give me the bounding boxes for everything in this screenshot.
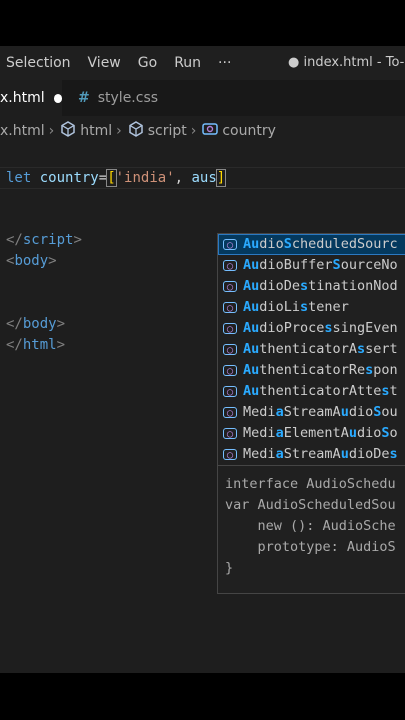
suggestion-item[interactable]: ◯ AudioProcessingEven: [218, 318, 405, 339]
code-line-close-script[interactable]: </script>: [6, 230, 82, 251]
suggestion-label: AuthenticatorAssert: [243, 341, 398, 357]
tab-style-css[interactable]: # style.css: [62, 80, 194, 116]
interface-icon: ◯: [223, 281, 237, 293]
interface-icon: ◯: [223, 260, 237, 272]
interface-icon: ◯: [223, 239, 237, 251]
suggestion-item[interactable]: ◯ MediaStreamAudioDes: [218, 444, 405, 465]
suggestion-detail-panel: interface AudioSchedu var AudioScheduled…: [217, 466, 405, 594]
interface-icon: ◯: [223, 428, 237, 440]
suggestion-label: AuthenticatorRespon: [243, 362, 398, 378]
suggestion-item[interactable]: ◯ MediaElementAudioSo: [218, 423, 405, 444]
tab-label: style.css: [97, 90, 159, 106]
menu-view[interactable]: View: [88, 55, 121, 71]
interface-icon: ◯: [223, 344, 237, 356]
suggestion-label: AudioBufferSourceNo: [243, 257, 398, 273]
suggestion-item[interactable]: ◯ AudioBufferSourceNo: [218, 255, 405, 276]
css-file-icon: #: [78, 90, 90, 106]
code-line-body[interactable]: <body>: [6, 251, 57, 272]
variable-icon: [202, 122, 219, 140]
suggestion-label: MediaStreamAudioSou: [243, 404, 398, 420]
suggestion-label: MediaStreamAudioDes: [243, 446, 398, 462]
breadcrumb-country[interactable]: country: [222, 123, 276, 139]
code-line-close-body[interactable]: </body>: [6, 314, 65, 335]
menu-run[interactable]: Run: [174, 55, 201, 71]
suggestion-label: AudioScheduledSourc: [243, 236, 398, 252]
detail-line: interface AudioSchedu: [225, 476, 396, 492]
suggestion-item[interactable]: ◯ MediaStreamAudioSou: [218, 402, 405, 423]
autocomplete-popup[interactable]: ◯ AudioScheduledSourc ◯ AudioBufferSourceNo…: [217, 233, 405, 466]
chevron-right-icon: ›: [48, 123, 55, 139]
interface-icon: ◯: [223, 365, 237, 377]
menu-selection[interactable]: Selection: [6, 55, 71, 71]
suggestion-item[interactable]: ◯ AudioDestinationNod: [218, 276, 405, 297]
breadcrumb-script[interactable]: script: [148, 123, 187, 139]
detail-line: new (): AudioSche: [225, 518, 396, 534]
tab-index-html[interactable]: x.html: [0, 80, 62, 116]
suggestion-item[interactable]: ◯ AuthenticatorAssert: [218, 339, 405, 360]
interface-icon: ◯: [223, 407, 237, 419]
detail-line: prototype: AudioS: [225, 539, 396, 555]
suggestion-item[interactable]: ◯ AuthenticatorAttest: [218, 381, 405, 402]
menu-go[interactable]: Go: [138, 55, 157, 71]
code-line-let[interactable]: let country=['india', aus]: [6, 168, 227, 189]
interface-icon: ◯: [223, 386, 237, 398]
html-element-icon: [60, 121, 76, 141]
tab-label: x.html: [0, 90, 45, 106]
menu-more-icon[interactable]: ···: [218, 55, 231, 71]
breadcrumb-html[interactable]: html: [80, 123, 112, 139]
suggestion-label: AuthenticatorAttest: [243, 383, 398, 399]
code-line-close-html[interactable]: </html>: [6, 335, 65, 356]
interface-icon: ◯: [223, 449, 237, 461]
script-element-icon: [128, 121, 144, 141]
detail-line: var AudioScheduledSou: [225, 497, 396, 513]
tab-bar: x.html # style.css: [0, 80, 405, 116]
suggestion-item[interactable]: ◯ AudioScheduledSourc: [218, 234, 405, 255]
suggestion-label: AudioProcessingEven: [243, 320, 398, 336]
suggestion-label: AudioListener: [243, 299, 349, 315]
detail-line: }: [225, 560, 234, 576]
chevron-right-icon: ›: [190, 123, 197, 139]
breadcrumb: x.html › html › script › country: [0, 116, 405, 146]
breadcrumb-file[interactable]: x.html: [0, 123, 45, 139]
suggestion-label: MediaElementAudioSo: [243, 425, 398, 441]
menu-bar: Selection View Go Run ··· ● index.html -…: [0, 46, 405, 80]
suggestion-item[interactable]: ◯ AuthenticatorRespon: [218, 360, 405, 381]
chevron-right-icon: ›: [116, 123, 122, 139]
window-title: ● index.html - To-do: [288, 55, 405, 70]
editor-window: Selection View Go Run ··· ● index.html -…: [0, 46, 405, 673]
suggestion-item[interactable]: ◯ AudioListener: [218, 297, 405, 318]
suggestion-label: AudioDestinationNod: [243, 278, 398, 294]
unsaved-dot-icon[interactable]: [53, 93, 62, 103]
interface-icon: ◯: [223, 323, 237, 335]
interface-icon: ◯: [223, 302, 237, 314]
